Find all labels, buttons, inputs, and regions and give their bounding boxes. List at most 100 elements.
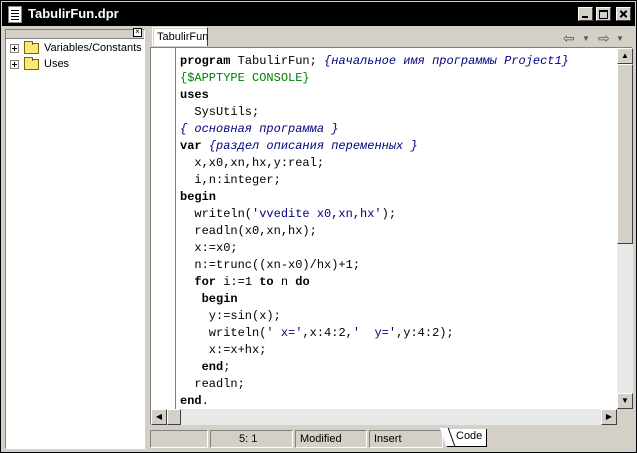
editor-window: TabulirFun.dpr × Variables/Constants Use… [0,0,637,453]
code-token: end [180,394,202,408]
code-line[interactable]: writeln('vvedite x0,xn,hx'); [180,206,569,223]
close-button[interactable] [616,7,631,21]
code-line[interactable]: writeln(' x=',x:4:2,' y=',y:4:2); [180,325,569,342]
code-line[interactable]: uses [180,87,569,104]
scroll-up-icon[interactable]: ▲ [617,48,633,64]
chevron-down-icon[interactable]: ▼ [616,34,624,43]
code-token: writeln( [180,207,253,221]
code-line[interactable]: y:=sin(x); [180,308,569,325]
code-token: { основная программа } [180,122,339,136]
code-line[interactable]: {$APPTYPE CONSOLE} [180,70,569,87]
editor-tabstrip: TabulirFun ⇦ ▼ ⇨ ▼ [150,26,634,47]
code-editor[interactable]: program TabulirFun; {начальное имя прогр… [150,47,633,425]
tree-item-label: Variables/Constants [44,42,142,54]
vertical-scrollbar[interactable]: ▲ ▼ [617,48,633,409]
scroll-right-icon[interactable]: ▶ [601,409,617,425]
code-token: x:=x0; [180,241,238,255]
expand-icon[interactable] [10,44,19,53]
code-token: {раздел описания переменных } [208,139,418,153]
code-token: x:=x+hx; [180,343,267,357]
code-token: n:=trunc((xn-x0)/hx)+1; [180,258,361,272]
insert-mode-indicator: Insert [369,430,443,448]
vertical-scroll-thumb[interactable] [617,64,633,244]
code-token: begin [180,190,217,204]
code-line[interactable]: SysUtils; [180,104,569,121]
code-token: end [201,360,224,374]
code-token: i:=1 [216,275,260,289]
code-token: for [194,275,217,289]
status-blank [150,430,208,448]
code-token: SysUtils; [180,105,260,119]
forward-arrow-icon[interactable]: ⇨ [598,30,610,47]
code-line[interactable]: x:=x+hx; [180,342,569,359]
code-line[interactable]: i,n:integer; [180,172,569,189]
code-line[interactable]: end; [180,359,569,376]
tab-tabulirfun[interactable]: TabulirFun [152,27,208,46]
explorer-close-icon[interactable]: × [133,28,142,37]
code-line[interactable]: { основная программа } [180,121,569,138]
code-token: {$APPTYPE CONSOLE} [180,71,310,85]
cursor-position: 5: 1 [210,430,293,448]
folder-icon [24,57,39,70]
window-title: TabulirFun.dpr [28,6,119,21]
editor-gutter[interactable] [151,48,176,409]
code-token: uses [180,88,209,102]
code-line[interactable]: x:=x0; [180,240,569,257]
scroll-down-icon[interactable]: ▼ [617,393,633,409]
code-token: ,y:4:2); [396,326,454,340]
code-token: program [180,54,231,68]
folder-icon [24,41,39,54]
code-token: {начальное имя программы Project1} [324,54,569,68]
scrollbar-corner [617,409,633,425]
expand-icon[interactable] [10,60,19,69]
code-line[interactable]: readln(x0,xn,hx); [180,223,569,240]
code-token: readln; [180,377,245,391]
code-token: n [273,275,296,289]
code-line[interactable]: readln; [180,376,569,393]
code-token: begin [201,292,238,306]
code-token: writeln( [180,326,267,340]
code-line[interactable]: begin [180,291,569,308]
code-token: i,n:integer; [180,173,281,187]
title-bar[interactable]: TabulirFun.dpr [2,2,635,26]
code-token: do [295,275,310,289]
explorer-header: × [6,28,144,39]
status-bar: 5: 1 Modified Insert Code [150,429,634,449]
code-token: ' y=' [352,326,397,340]
code-line[interactable]: end. [180,393,569,410]
code-line[interactable]: x,x0,xn,hx,y:real; [180,155,569,172]
document-icon [8,6,22,23]
code-token: ' x=' [266,326,303,340]
tab-code[interactable]: Code [447,429,487,447]
code-token: y:=sin(x); [180,309,281,323]
maximize-button[interactable] [596,7,611,21]
back-arrow-icon[interactable]: ⇦ [563,30,575,47]
code-token: var [180,139,202,153]
code-token: ); [381,207,397,221]
code-line[interactable]: var {раздел описания переменных } [180,138,569,155]
code-line[interactable]: for i:=1 to n do [180,274,569,291]
horizontal-scrollbar[interactable]: ◀ ▶ [151,409,617,425]
code-explorer: × Variables/Constants Uses [5,28,145,449]
horizontal-scroll-thumb[interactable] [167,409,181,425]
code-token: readln(x0,xn,hx); [180,224,317,238]
chevron-down-icon[interactable]: ▼ [582,34,590,43]
code-line[interactable]: begin [180,189,569,206]
modified-indicator: Modified [295,430,367,448]
code-token: TabulirFun; [230,54,325,68]
code-line[interactable]: n:=trunc((xn-x0)/hx)+1; [180,257,569,274]
code-token: . [201,394,209,408]
code-token: to [259,275,274,289]
code-token: ; [223,360,231,374]
code-token: 'vvedite x0,xn,hx' [252,207,382,221]
code-text[interactable]: program TabulirFun; {начальное имя прогр… [180,53,569,410]
scroll-left-icon[interactable]: ◀ [151,409,167,425]
minimize-button[interactable] [578,7,593,21]
code-line[interactable]: program TabulirFun; {начальное имя прогр… [180,53,569,70]
code-token: x,x0,xn,hx,y:real; [180,156,325,170]
tree-item-label: Uses [44,58,70,70]
tab-code-label: Code [456,430,483,442]
